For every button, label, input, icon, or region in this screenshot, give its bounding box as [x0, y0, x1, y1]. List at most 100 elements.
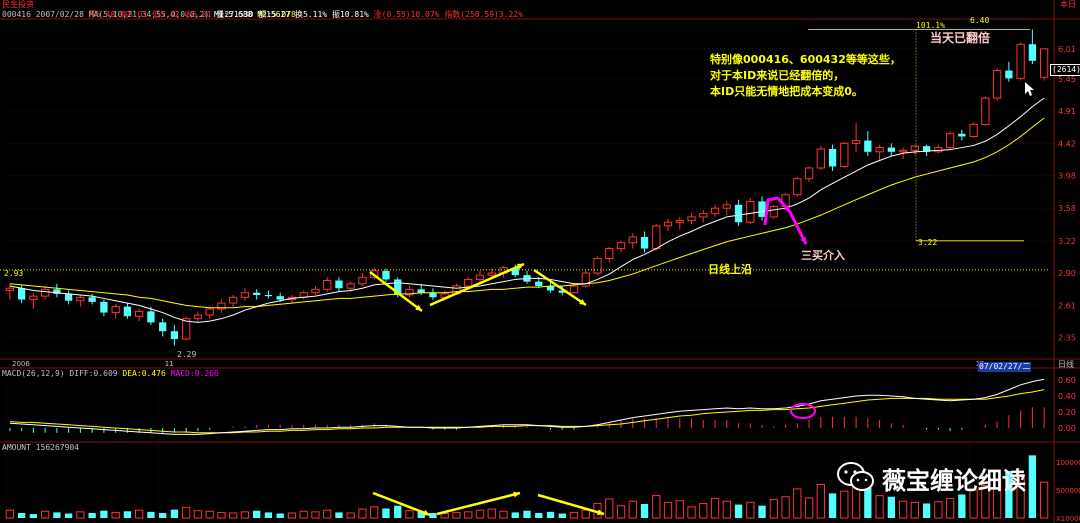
watermark: 薇宝缠论细读	[836, 458, 1076, 496]
amount-tick-label: X10000	[1056, 515, 1080, 523]
amount-bar-up	[370, 506, 379, 519]
amount-bar-up	[299, 510, 308, 519]
candle-body-up	[1016, 43, 1025, 79]
amount-bar-up	[793, 488, 802, 519]
candle-body-down	[429, 292, 437, 298]
candle-body-down	[382, 270, 390, 280]
macd-tick-label: 0.00	[1058, 424, 1076, 433]
candle-body-up	[5, 287, 15, 291]
amount-bar-down	[558, 513, 566, 518]
candle-body-down	[17, 288, 26, 300]
top-price-label: 6.40	[970, 16, 990, 25]
candle-body-down	[88, 297, 96, 302]
cursor-date-label: 07/02/27/二	[978, 362, 1032, 372]
candle-body-down	[159, 322, 167, 332]
candle-body-up	[840, 142, 849, 167]
amount-bar-up	[405, 510, 414, 519]
candle-body-up	[346, 283, 355, 289]
note-text: 特别像000416、600432等等这些， 对于本ID来说已经翻倍的， 本ID只…	[710, 52, 901, 100]
amount-bar-down	[429, 512, 437, 518]
amount-bar-up	[205, 510, 214, 519]
price-axis: 6.01 5.45 4.91 4.42 3.98 3.58 3.22 2.90 2.61 2.35…	[12, 45, 1076, 368]
candle-body-up	[593, 258, 602, 274]
candle-body-up	[969, 123, 978, 137]
price-tick-label: 3.22	[1058, 237, 1076, 246]
amount-bar-up	[76, 511, 85, 519]
amount-bar-down	[394, 505, 402, 518]
candle-body-down	[100, 301, 108, 313]
amount-bar-up	[699, 502, 708, 519]
amount-bar-down	[958, 494, 966, 518]
candle-body-up	[992, 70, 1002, 99]
cursor-price-label: (2614)	[1050, 64, 1080, 76]
amount-bar-up	[616, 505, 626, 519]
amount-bar-up	[217, 511, 226, 519]
candle-body-down	[417, 289, 425, 293]
macd-tick-label: 0.60	[1058, 376, 1076, 385]
candle-body-up	[687, 216, 696, 221]
amount-bar-down	[64, 513, 73, 518]
amount-bar-down	[123, 511, 132, 518]
base-price-label: 3.22	[918, 238, 938, 247]
amount-bar-up	[687, 506, 696, 519]
amount-bar-down	[828, 493, 837, 518]
macd-val-text: MACD:0.266	[170, 369, 219, 378]
low-price-label: 2.29	[177, 350, 197, 359]
daily-upper-label: 日线上沿	[708, 263, 752, 276]
candle-body-up	[616, 242, 626, 250]
period-label[interactable]: 日线	[1058, 360, 1074, 370]
candle-body-down	[276, 296, 284, 300]
candle-body-up	[769, 205, 778, 218]
amount-bar-down	[640, 504, 649, 518]
amount-bar-up	[135, 509, 144, 519]
macd-tick-label: 0.40	[1058, 392, 1076, 401]
candle-body-up	[945, 133, 955, 149]
amount-bar-up	[710, 497, 720, 519]
amount-bar-down	[758, 505, 766, 518]
amount-bar-up	[182, 506, 191, 519]
amount-bar-up	[487, 508, 496, 519]
amount-bar-up	[287, 512, 297, 519]
note-line-1: 特别像000416、600432等等这些，	[710, 53, 901, 66]
note-line-3: 本ID只能无情地把成本变成0。	[710, 85, 863, 98]
amount-bar-up	[193, 510, 203, 519]
pct-label: 101.1%	[916, 21, 945, 30]
amount-bar-down	[511, 512, 519, 518]
candle-body-up	[475, 274, 485, 280]
candle-body-up	[76, 296, 85, 302]
amount-bar-up	[652, 495, 661, 519]
candle-body-up	[487, 272, 496, 276]
candle-body-up	[323, 280, 332, 290]
third-buy-label: 三买介入	[801, 249, 845, 262]
amount-bar-up	[581, 509, 590, 519]
candle-body-up	[746, 200, 755, 223]
candle-body-up	[875, 147, 884, 153]
arrow-down-2	[533, 268, 587, 307]
amount-bar-up	[323, 509, 332, 519]
ma-white-line	[9, 97, 1045, 323]
candle-body-up	[240, 292, 250, 298]
macd-circle	[790, 403, 816, 419]
diff-line	[9, 378, 1045, 435]
amount-bar-up	[934, 501, 943, 519]
candle-body-up	[851, 140, 861, 144]
amount-bar-up	[769, 499, 778, 519]
candle-body-down	[253, 292, 261, 295]
candle-body-up	[569, 285, 579, 294]
candle-body-up	[628, 236, 637, 244]
amount-bar-down	[88, 512, 96, 518]
macd-header: MACD(26,12,9) DIFF:0.609 DEA:0.476 MACD:…	[2, 369, 219, 379]
price-tick-label: 4.42	[1058, 139, 1076, 148]
amount-bar-down	[147, 511, 155, 518]
watermark-text: 薇宝缠论细读	[882, 467, 1026, 495]
candle-body-down	[147, 311, 155, 323]
amount-bar-up	[464, 511, 473, 519]
price-tick-label: 2.35	[1058, 334, 1076, 343]
candle-body-down	[535, 281, 543, 287]
price-tick-label: 3.98	[1058, 172, 1076, 181]
wechat-icon	[837, 462, 874, 491]
note-line-2: 对于本ID来说已经翻倍的，	[710, 69, 845, 82]
amount-bar-up	[5, 509, 15, 519]
candle-body-up	[605, 248, 614, 260]
amount-bar-down	[887, 496, 895, 518]
